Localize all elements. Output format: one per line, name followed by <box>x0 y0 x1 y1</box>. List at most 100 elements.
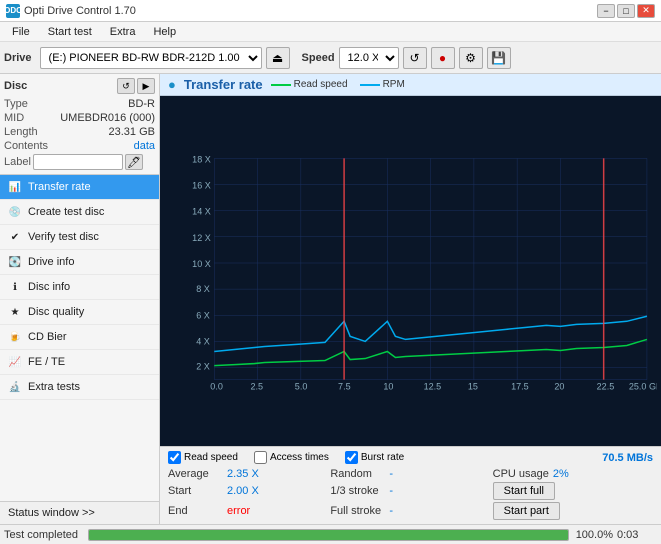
nav-drive-info[interactable]: 💽 Drive info <box>0 250 159 275</box>
stat-end-label: End <box>168 505 223 517</box>
disc-mid-value: UMEBDR016 (000) <box>60 112 155 124</box>
status-window-button[interactable]: Status window >> <box>0 501 159 524</box>
disc-section-label: Disc <box>4 80 27 92</box>
stats-grid: Average 2.35 X Random - CPU usage 2% Sta… <box>168 468 653 520</box>
read-speed-checkbox[interactable] <box>168 451 181 464</box>
disc-icons: ↺ ▶ <box>117 78 155 94</box>
eject-button[interactable]: ⏏ <box>266 47 290 69</box>
svg-text:16 X: 16 X <box>192 180 211 190</box>
stat-average-value: 2.35 X <box>227 468 277 480</box>
create-test-disc-icon: 💿 <box>8 205 22 219</box>
nav-fe-te[interactable]: 📈 FE / TE <box>0 350 159 375</box>
svg-text:2 X: 2 X <box>196 362 210 372</box>
menu-help[interactable]: Help <box>145 24 184 40</box>
drive-label: Drive <box>4 52 32 64</box>
disc-type-label: Type <box>4 98 28 110</box>
stat-startpart-row: Start part <box>493 502 653 520</box>
disc-length-value: 23.31 GB <box>109 126 155 138</box>
rpm-legend-color <box>360 84 380 86</box>
extra-tests-icon: 🔬 <box>8 380 22 394</box>
access-times-checkbox-container: Access times <box>254 451 329 464</box>
fe-te-icon: 📈 <box>8 355 22 369</box>
transfer-rate-icon: 📊 <box>8 180 22 194</box>
time-display: 0:03 <box>617 529 657 541</box>
burst-rate-value: 70.5 MB/s <box>602 452 653 464</box>
disc-contents-row: Contents data <box>4 140 155 152</box>
svg-text:8 X: 8 X <box>196 284 210 294</box>
app-title: Opti Drive Control 1.70 <box>24 5 136 17</box>
nav-cd-bier[interactable]: 🍺 CD Bier <box>0 325 159 350</box>
access-times-checkbox[interactable] <box>254 451 267 464</box>
stat-average-row: Average 2.35 X <box>168 468 328 480</box>
status-bar: Test completed 100.0% 0:03 <box>0 524 661 544</box>
stat-startfull-row: Start full <box>493 482 653 500</box>
svg-text:20: 20 <box>554 382 564 392</box>
svg-text:12.5: 12.5 <box>424 382 442 392</box>
svg-text:14 X: 14 X <box>192 207 211 217</box>
start-full-button[interactable]: Start full <box>493 482 555 500</box>
nav-drive-info-label: Drive info <box>28 256 74 268</box>
read-speed-legend-color <box>271 84 291 86</box>
nav-create-test-disc[interactable]: 💿 Create test disc <box>0 200 159 225</box>
app-icon: ODC <box>6 4 20 18</box>
disc-label-button[interactable]: 🖊 <box>125 154 143 170</box>
nav-extra-tests[interactable]: 🔬 Extra tests <box>0 375 159 400</box>
disc-refresh-icon[interactable]: ↺ <box>117 78 135 94</box>
nav-disc-info-label: Disc info <box>28 281 70 293</box>
nav-disc-info[interactable]: ℹ Disc info <box>0 275 159 300</box>
menu-start-test[interactable]: Start test <box>40 24 100 40</box>
nav-verify-test-disc[interactable]: ✔ Verify test disc <box>0 225 159 250</box>
burst-rate-checkbox[interactable] <box>345 451 358 464</box>
svg-text:2.5: 2.5 <box>251 382 264 392</box>
nav-disc-quality[interactable]: ★ Disc quality <box>0 300 159 325</box>
disc-info-icon[interactable]: ▶ <box>137 78 155 94</box>
stat-cpu-row: CPU usage 2% <box>493 468 653 480</box>
disc-quality-icon: ★ <box>8 305 22 319</box>
disc-mid-row: MID UMEBDR016 (000) <box>4 112 155 124</box>
speed-label: Speed <box>302 52 335 64</box>
drive-select[interactable]: (E:) PIONEER BD-RW BDR-212D 1.00 <box>40 47 262 69</box>
status-text: Test completed <box>4 529 84 541</box>
stat-stroke13-row: 1/3 stroke - <box>330 482 490 500</box>
menu-extra[interactable]: Extra <box>102 24 144 40</box>
start-part-button[interactable]: Start part <box>493 502 560 520</box>
status-window-label: Status window >> <box>8 507 95 519</box>
transfer-rate-chart: 18 X 16 X 14 X 12 X 10 X 8 X 6 X 4 X 2 X <box>164 100 657 442</box>
stat-start-row: Start 2.00 X <box>168 482 328 500</box>
access-times-checkbox-label: Access times <box>270 452 329 463</box>
stat-cpu-label: CPU usage <box>493 468 549 480</box>
content-area: ● Transfer rate Read speed RPM 18 X <box>160 74 661 524</box>
svg-text:17.5: 17.5 <box>511 382 529 392</box>
stat-end-value: error <box>227 505 277 517</box>
legend-read-speed: Read speed <box>271 79 348 90</box>
stat-random-row: Random - <box>330 468 490 480</box>
stat-fullstroke-label: Full stroke <box>330 505 385 517</box>
svg-text:10: 10 <box>383 382 393 392</box>
nav-create-test-disc-label: Create test disc <box>28 206 104 218</box>
close-button[interactable]: ✕ <box>637 4 655 18</box>
stat-stroke13-label: 1/3 stroke <box>330 485 385 497</box>
burn-button[interactable]: ● <box>431 47 455 69</box>
svg-text:10 X: 10 X <box>192 259 211 269</box>
main-area: Disc ↺ ▶ Type BD-R MID UMEBDR016 (000) L… <box>0 74 661 524</box>
disc-contents-label: Contents <box>4 140 48 152</box>
disc-header: Disc ↺ ▶ <box>4 78 155 94</box>
nav-transfer-rate-label: Transfer rate <box>28 181 91 193</box>
refresh-button[interactable]: ↺ <box>403 47 427 69</box>
svg-text:22.5: 22.5 <box>597 382 615 392</box>
menu-file[interactable]: File <box>4 24 38 40</box>
svg-text:18 X: 18 X <box>192 154 211 164</box>
minimize-button[interactable]: − <box>597 4 615 18</box>
save-button[interactable]: 💾 <box>487 47 511 69</box>
settings-button[interactable]: ⚙ <box>459 47 483 69</box>
disc-label-row: Label 🖊 <box>4 154 155 170</box>
window-controls[interactable]: − □ ✕ <box>597 4 655 18</box>
nav-transfer-rate[interactable]: 📊 Transfer rate <box>0 175 159 200</box>
rpm-legend-label: RPM <box>383 79 405 90</box>
speed-select[interactable]: 12.0 X ▼ <box>339 47 399 69</box>
disc-label-input[interactable] <box>33 154 123 170</box>
svg-text:25.0 GB: 25.0 GB <box>629 382 657 392</box>
svg-text:12 X: 12 X <box>192 233 211 243</box>
disc-contents-value: data <box>134 140 155 152</box>
maximize-button[interactable]: □ <box>617 4 635 18</box>
